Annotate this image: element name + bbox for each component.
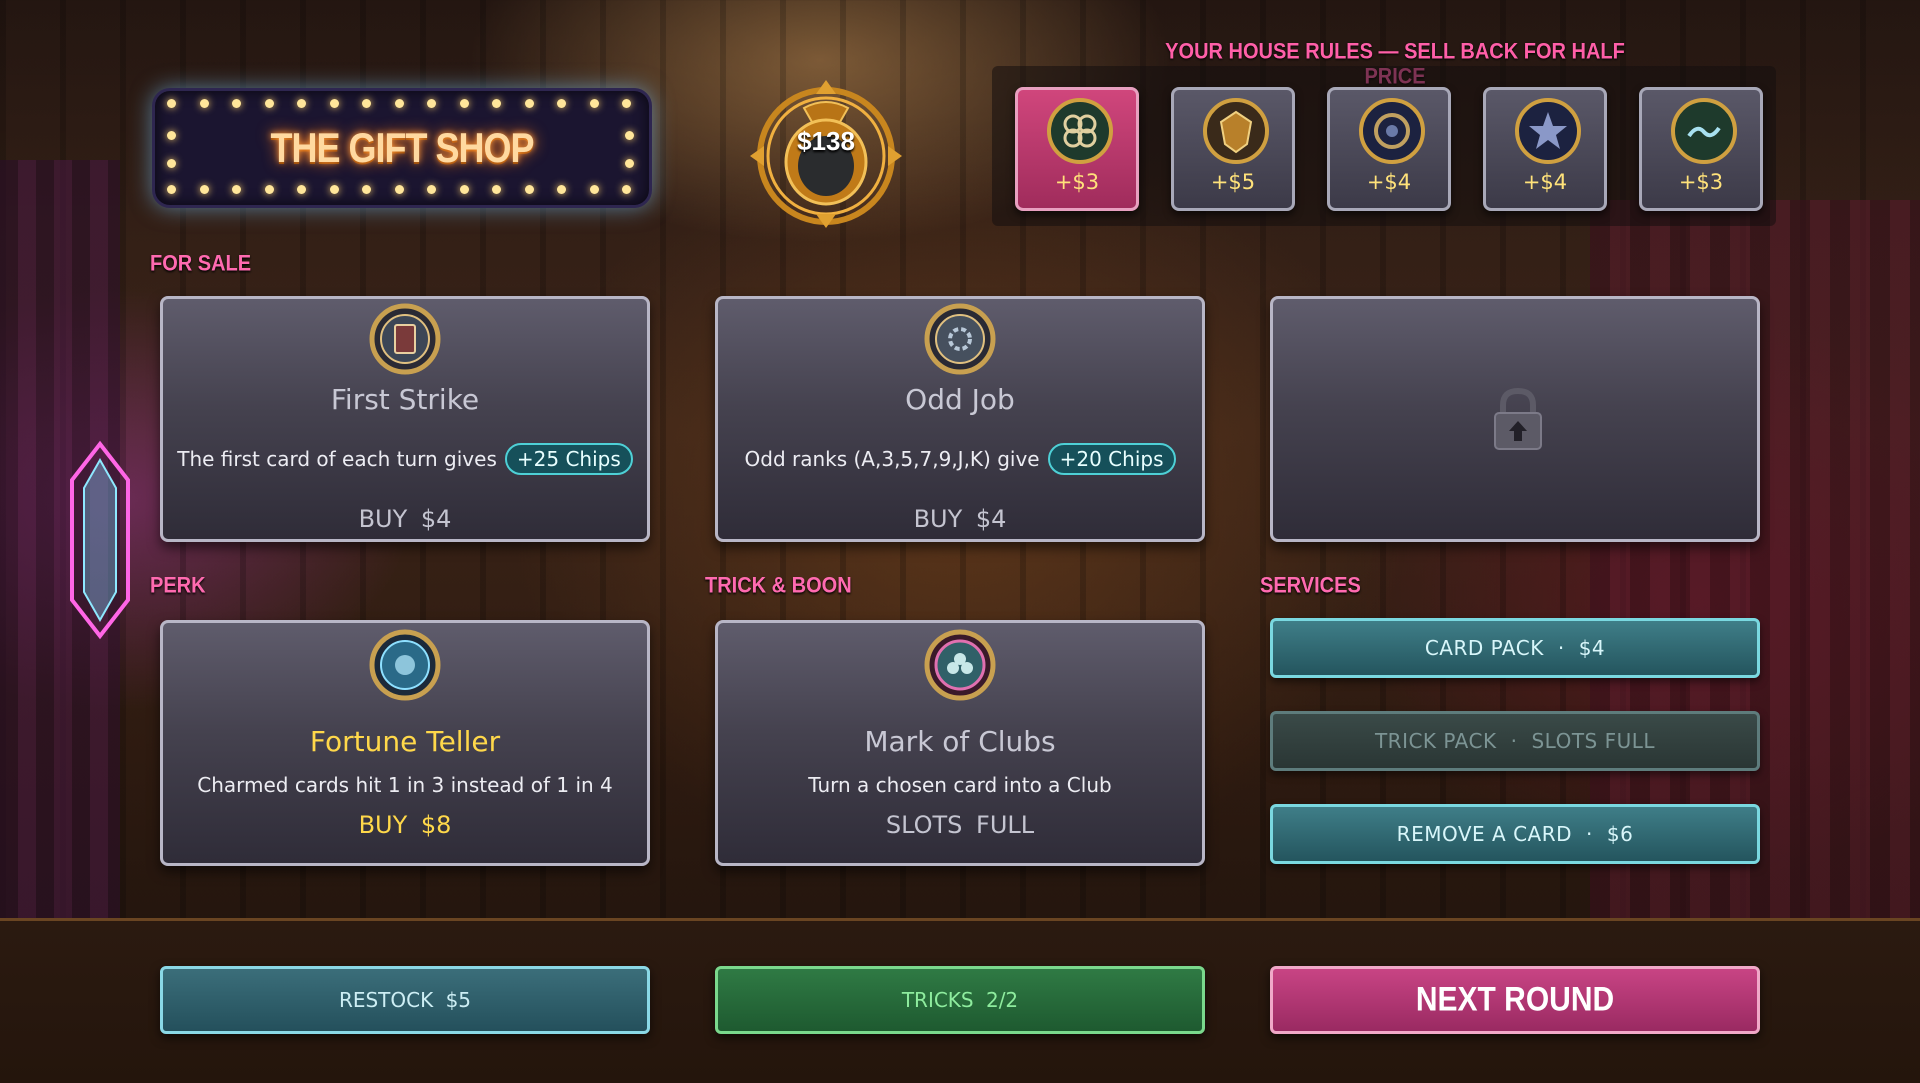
service-label: CARD PACK	[1424, 636, 1544, 660]
item-description: Odd ranks (A,3,5,7,9,J,K) give +20 Chips	[718, 443, 1202, 475]
separator-dot: ·	[1557, 636, 1565, 660]
marquee-bulb	[167, 159, 176, 168]
trick-description: Turn a chosen card into a Club	[808, 773, 1112, 797]
service-value: $6	[1606, 822, 1634, 846]
next-round-label: NEXT ROUND	[1415, 980, 1615, 1019]
perk-name: Fortune Teller	[309, 725, 501, 758]
marquee-bulb	[362, 185, 371, 194]
marquee-bulb	[625, 159, 634, 168]
house-rule-price: +$4	[1522, 170, 1568, 194]
marquee-bulb	[297, 99, 306, 108]
separator-dot: ·	[1586, 822, 1593, 846]
item-description-text: Odd ranks (A,3,5,7,9,J,K) give	[744, 447, 1040, 471]
section-label-trick-boon: TRICK & BOON	[705, 574, 852, 599]
marquee-bulb	[394, 185, 404, 194]
house-rule-card[interactable]: +$3	[1639, 87, 1763, 211]
card-emblem-icon	[369, 303, 441, 375]
house-rule-price: +$5	[1210, 170, 1256, 194]
item-name: Odd Job	[905, 383, 1015, 416]
marquee-bulb	[557, 99, 566, 108]
house-rule-card[interactable]: +$3	[1015, 87, 1139, 211]
perk-buy-price[interactable]: BUY $8	[163, 811, 647, 839]
house-rule-card[interactable]: +$4	[1327, 87, 1451, 211]
service-value: $4	[1578, 636, 1606, 660]
marquee-bulb	[362, 99, 371, 108]
marquee-bulb	[264, 99, 274, 108]
trick-name: Mark of Clubs	[864, 725, 1056, 758]
marquee-bulb	[167, 185, 176, 194]
service-label: TRICK PACK	[1374, 729, 1497, 753]
house-rule-card[interactable]: +$5	[1171, 87, 1295, 211]
money-display: $138	[748, 78, 904, 228]
marquee-bulb	[492, 99, 501, 108]
shop-item-card[interactable]: Odd Job Odd ranks (A,3,5,7,9,J,K) give +…	[715, 296, 1205, 542]
buy-price[interactable]: BUY $4	[163, 505, 647, 533]
marquee-bulb	[622, 185, 631, 194]
card-pack-button[interactable]: CARD PACK · $4	[1270, 618, 1760, 678]
locked-slot	[1270, 296, 1760, 542]
crest-emblem-icon	[1203, 98, 1269, 164]
star-emblem-icon	[1515, 98, 1581, 164]
item-name: First Strike	[330, 383, 480, 416]
house-rule-price: +$3	[1678, 170, 1724, 194]
marquee-bulb	[557, 185, 566, 194]
marquee-bulb	[394, 99, 404, 108]
marquee-bulb	[232, 99, 241, 108]
marquee-bulb	[232, 185, 241, 194]
neon-diamond-decoration	[70, 440, 130, 640]
wave-emblem-icon	[1671, 98, 1737, 164]
trick-status: SLOTS FULL	[885, 811, 1035, 839]
marquee-bulb	[167, 131, 176, 140]
perk-description: Charmed cards hit 1 in 3 instead of 1 in…	[197, 773, 613, 797]
marquee-bulb	[199, 185, 209, 194]
section-label-perk: PERK	[150, 574, 206, 599]
marquee-bulb	[589, 99, 599, 108]
marquee-bulb	[297, 185, 306, 194]
marquee-bulb	[459, 185, 469, 194]
clover-emblem-icon	[1047, 98, 1113, 164]
item-description: The first card of each turn gives +25 Ch…	[163, 443, 647, 475]
ring-emblem-icon	[1359, 98, 1425, 164]
shop-marquee-sign: THE GIFT SHOP	[152, 88, 652, 208]
marquee-bulb	[427, 99, 436, 108]
marquee-bulb	[589, 185, 599, 194]
perk-card[interactable]: Fortune Teller Charmed cards hit 1 in 3 …	[160, 620, 650, 866]
service-value: SLOTS FULL	[1531, 729, 1656, 753]
restock-button[interactable]: RESTOCK $5	[160, 966, 650, 1034]
marquee-bulb	[167, 99, 176, 108]
house-rule-card[interactable]: +$4	[1483, 87, 1607, 211]
separator-dot: ·	[1510, 729, 1518, 753]
shop-item-card[interactable]: First Strike The first card of each turn…	[160, 296, 650, 542]
section-label-for-sale: FOR SALE	[150, 252, 252, 277]
marquee-bulb	[329, 99, 339, 108]
remove-card-button[interactable]: REMOVE A CARD · $6	[1270, 804, 1760, 864]
lock-icon	[1494, 387, 1542, 450]
tricks-button[interactable]: TRICKS 2/2	[715, 966, 1205, 1034]
trick-card[interactable]: Mark of Clubs Turn a chosen card into a …	[715, 620, 1205, 866]
house-rule-price: +$4	[1366, 170, 1412, 194]
marquee-bulb	[199, 99, 209, 108]
club-emblem-icon	[924, 629, 996, 701]
marquee-bulb	[329, 185, 339, 194]
buy-price[interactable]: BUY $4	[718, 505, 1202, 533]
next-round-button[interactable]: NEXT ROUND	[1270, 966, 1760, 1034]
chips-badge: +25 Chips	[504, 443, 633, 475]
section-label-services: SERVICES	[1260, 574, 1361, 599]
chips-badge: +20 Chips	[1047, 443, 1176, 475]
marquee-bulb	[459, 99, 469, 108]
marquee-bulb	[524, 185, 534, 194]
marquee-bulb	[427, 185, 436, 194]
marquee-bulb	[622, 99, 631, 108]
marquee-bulb	[524, 99, 534, 108]
money-amount: $138	[797, 126, 855, 156]
trick-pack-button[interactable]: TRICK PACK · SLOTS FULL	[1270, 711, 1760, 771]
gear-emblem-icon	[924, 303, 996, 375]
house-rule-price: +$3	[1054, 170, 1100, 194]
crystal-emblem-icon	[369, 629, 441, 701]
item-description-text: The first card of each turn gives	[177, 447, 497, 471]
marquee-bulb	[492, 185, 501, 194]
service-label: REMOVE A CARD	[1396, 822, 1573, 846]
marquee-bulb	[264, 185, 274, 194]
marquee-bulb	[625, 131, 634, 140]
